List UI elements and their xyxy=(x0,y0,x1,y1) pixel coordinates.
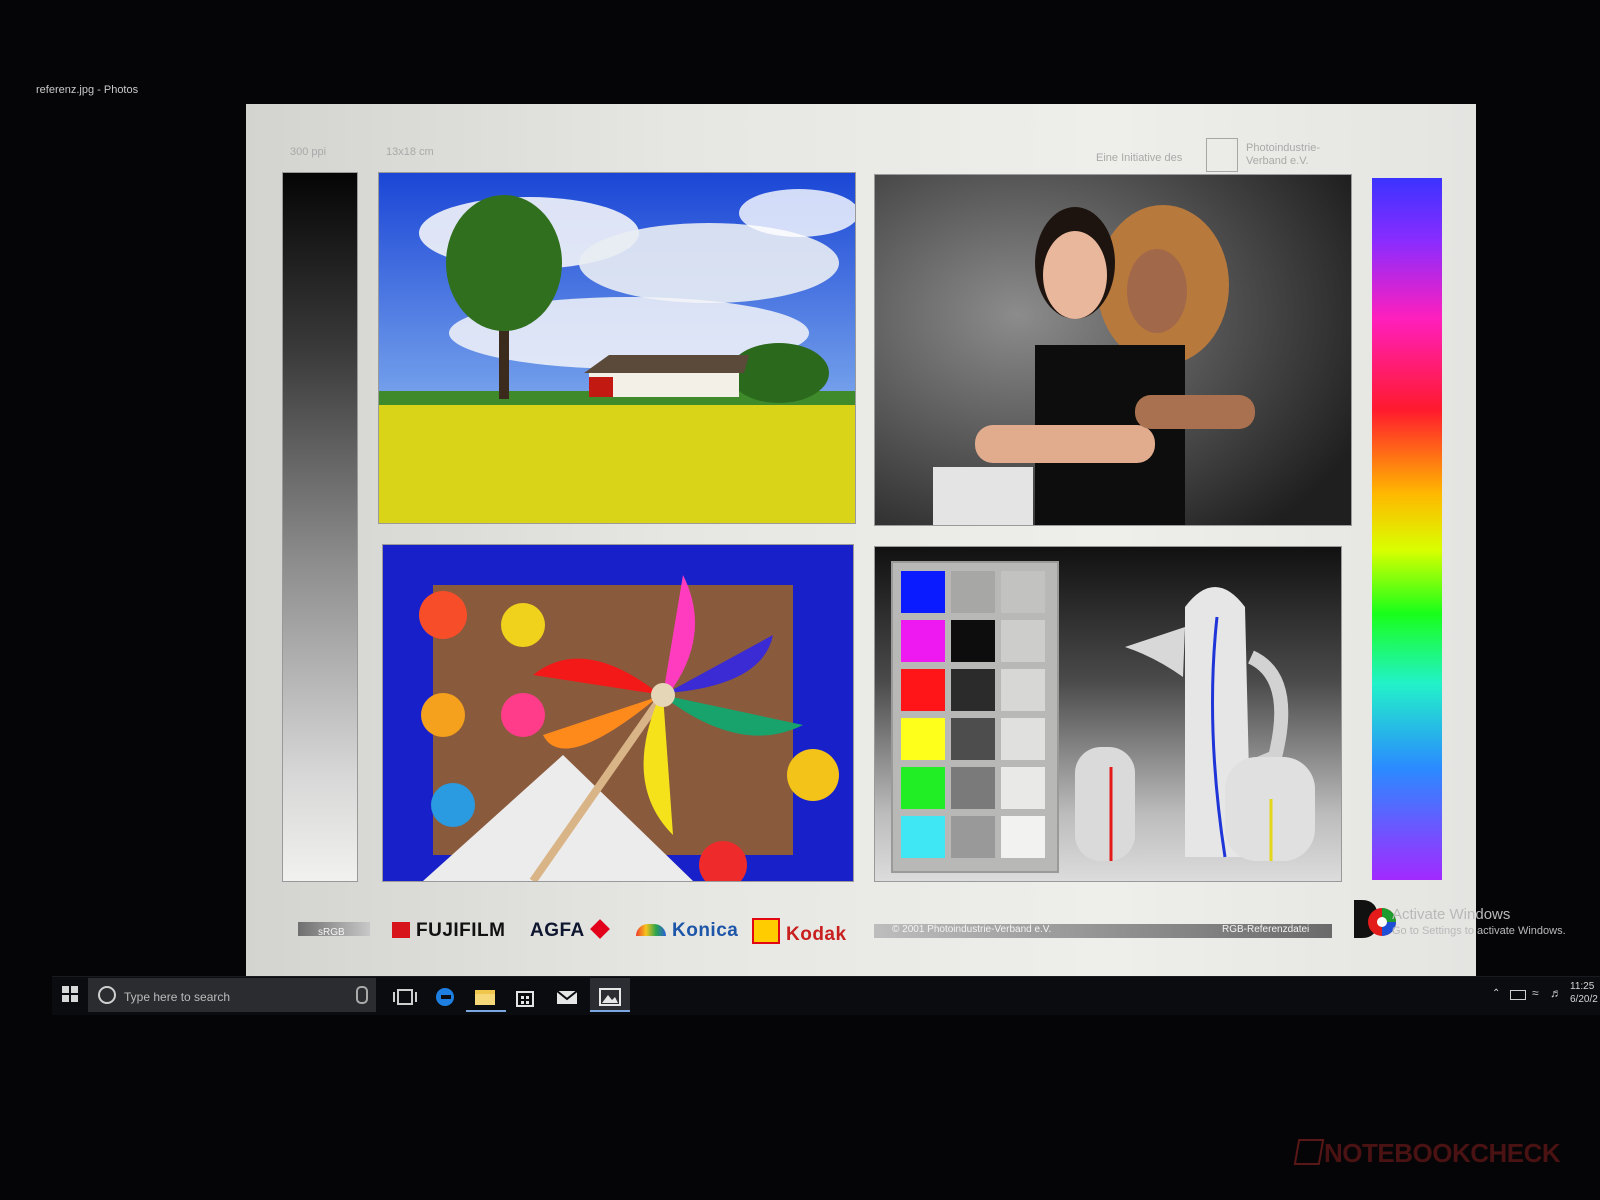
activate-title: Activate Windows xyxy=(1392,906,1511,923)
fujifilm-logo: FUJIFILM xyxy=(392,920,506,942)
color-patch xyxy=(1001,571,1045,613)
color-patch xyxy=(901,620,945,662)
color-patch xyxy=(901,571,945,613)
mail-icon[interactable] xyxy=(554,986,580,1008)
portrait-photo xyxy=(874,174,1352,526)
konica-logo: Konica xyxy=(636,920,738,942)
window-title: referenz.jpg - Photos xyxy=(36,84,139,96)
srgb-label: sRGB xyxy=(318,927,345,938)
color-patch xyxy=(951,620,995,662)
color-patch xyxy=(1001,816,1045,858)
edge-icon[interactable] xyxy=(432,986,458,1008)
clock-time: 11:25 xyxy=(1570,981,1595,992)
task-view-icon[interactable] xyxy=(392,986,418,1008)
initiative-label: Eine Initiative des xyxy=(1096,152,1183,164)
file-explorer-icon[interactable] xyxy=(472,986,498,1008)
agfa-diamond-icon xyxy=(589,919,610,939)
color-patch xyxy=(951,816,995,858)
color-patch xyxy=(951,767,995,809)
color-chart-photo xyxy=(874,546,1342,882)
hue-spectrum-bar xyxy=(1372,178,1442,880)
search-circle-icon xyxy=(98,986,116,1004)
microphone-icon[interactable] xyxy=(356,986,368,1004)
color-patch xyxy=(901,669,945,711)
org-line-2: Verband e.V. xyxy=(1246,155,1309,167)
clock-date: 6/20/2 xyxy=(1570,994,1598,1005)
srgb-badge: sRGB xyxy=(298,922,370,938)
size-label: 13x18 cm xyxy=(386,146,434,158)
kodak-mark-icon xyxy=(752,918,780,944)
search-placeholder: Type here to search xyxy=(124,990,231,1004)
color-patch xyxy=(901,816,945,858)
color-patch xyxy=(951,669,995,711)
photos-active-indicator xyxy=(590,1010,630,1012)
grayscale-gradient-bar xyxy=(282,172,358,882)
rgb-reference-label: RGB-Referenzdatei xyxy=(1222,924,1310,935)
watermark-text: NOTEBOOKCHECK xyxy=(1324,1138,1561,1168)
color-patch xyxy=(901,718,945,760)
kodak-logo: Kodak xyxy=(752,918,847,946)
activate-subtitle: Go to Settings to activate Windows. xyxy=(1392,925,1566,937)
konica-rainbow-icon xyxy=(636,924,666,936)
kodak-text: Kodak xyxy=(786,924,847,945)
store-icon[interactable] xyxy=(512,986,538,1008)
wifi-icon[interactable]: ≈ xyxy=(1532,986,1539,1000)
activate-windows-notice: Activate Windows Go to Settings to activ… xyxy=(1392,906,1566,937)
resolution-label: 300 ppi xyxy=(290,146,327,158)
clock[interactable]: 11:25 6/20/2 xyxy=(1570,980,1598,1006)
color-patch xyxy=(901,767,945,809)
volume-icon[interactable]: ♬ xyxy=(1550,986,1562,1000)
explorer-active-indicator xyxy=(466,1010,506,1012)
fujifilm-mark-icon xyxy=(392,922,410,938)
windows-start-icon[interactable] xyxy=(62,986,78,1002)
color-patch xyxy=(1001,767,1045,809)
agfa-text: AGFA xyxy=(530,920,585,941)
tray-chevron-icon[interactable]: ⌃ xyxy=(1492,988,1500,999)
landscape-photo xyxy=(378,172,856,524)
pinwheel-photo xyxy=(382,544,854,882)
notebookcheck-watermark: NOTEBOOKCHECK xyxy=(1293,1138,1561,1169)
org-name: Photoindustrie- Verband e.V. xyxy=(1246,142,1320,168)
fujifilm-text: FUJIFILM xyxy=(416,920,506,941)
org-line-1: Photoindustrie- xyxy=(1246,142,1320,154)
agfa-logo: AGFA xyxy=(530,919,610,942)
battery-icon[interactable] xyxy=(1510,990,1526,1000)
konica-text: Konica xyxy=(672,920,739,941)
photos-icon[interactable] xyxy=(597,986,623,1008)
color-patch xyxy=(951,718,995,760)
checkmark-logo-icon xyxy=(1293,1139,1325,1165)
color-patch xyxy=(1001,620,1045,662)
pv-logo-icon xyxy=(1206,138,1238,172)
color-patch xyxy=(1001,669,1045,711)
color-patch-grid xyxy=(891,561,1059,873)
color-patch xyxy=(1001,718,1045,760)
color-patch xyxy=(951,571,995,613)
copyright-text: © 2001 Photoindustrie-Verband e.V. xyxy=(892,924,1052,935)
